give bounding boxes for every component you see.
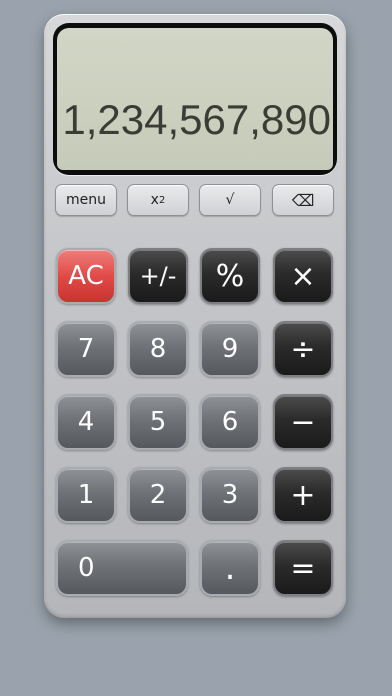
square-label: x <box>150 192 159 208</box>
digit-4-button[interactable]: 4 <box>56 394 116 450</box>
backspace-icon: ⌫ <box>291 190 315 210</box>
decimal-button[interactable]: . <box>200 540 260 596</box>
square-exponent: 2 <box>158 194 166 206</box>
plus-minus-button[interactable]: +/- <box>128 248 188 304</box>
add-button[interactable]: + <box>273 467 333 523</box>
digit-6-button[interactable]: 6 <box>200 394 260 450</box>
percent-button[interactable]: % <box>200 248 260 304</box>
digit-1-button[interactable]: 1 <box>56 467 116 523</box>
digit-5-button[interactable]: 5 <box>128 394 188 450</box>
digit-9-button[interactable]: 9 <box>200 321 260 377</box>
digit-8-button[interactable]: 8 <box>128 321 188 377</box>
digit-0-button[interactable]: 0 <box>56 540 188 596</box>
digit-7-button[interactable]: 7 <box>56 321 116 377</box>
display: 1,234,567,890 <box>57 28 333 170</box>
display-bezel: 1,234,567,890 <box>53 23 337 175</box>
clear-button[interactable]: AC <box>56 248 116 304</box>
sqrt-button[interactable]: √ <box>199 184 261 216</box>
subtract-button[interactable]: − <box>273 394 333 450</box>
square-button[interactable]: x2 <box>127 184 189 216</box>
backspace-button[interactable]: ⌫ <box>272 184 334 216</box>
display-value: 1,234,567,890 <box>62 96 331 143</box>
multiply-button[interactable]: × <box>273 248 333 304</box>
divide-button[interactable]: ÷ <box>273 321 333 377</box>
digit-2-button[interactable]: 2 <box>128 467 188 523</box>
equals-button[interactable]: = <box>273 540 333 596</box>
calculator-body: 1,234,567,890 <box>44 14 346 618</box>
menu-button[interactable]: menu <box>55 184 117 216</box>
digit-3-button[interactable]: 3 <box>200 467 260 523</box>
